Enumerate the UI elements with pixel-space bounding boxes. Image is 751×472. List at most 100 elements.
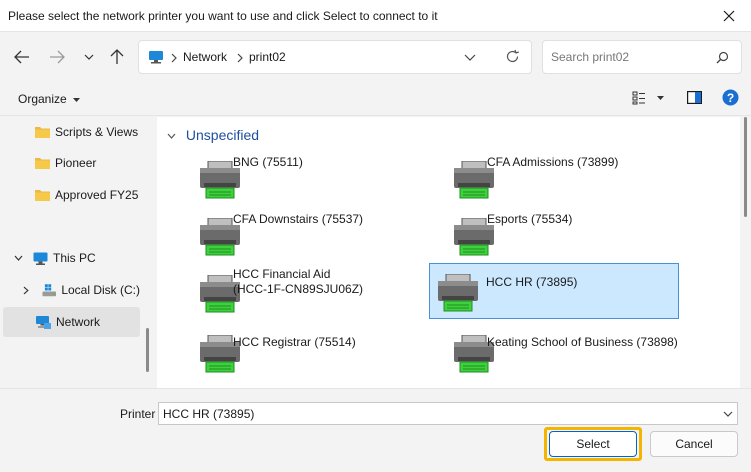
printer-name: Keating School of Business (73898) — [487, 335, 678, 350]
printer-name-line1: HCC Financial Aid — [233, 267, 331, 281]
cancel-button[interactable]: Cancel — [650, 431, 738, 457]
search-input[interactable] — [551, 49, 711, 65]
printer-tile-cfa-downstairs[interactable]: CFA Downstairs (75537) — [175, 208, 425, 264]
printer-name: HCC HR (73895) — [486, 275, 577, 290]
refresh-icon — [506, 49, 520, 63]
file-list: Unspecified BNG (75511) CFA Admissions (… — [157, 117, 740, 388]
help-button[interactable]: ? — [722, 89, 740, 107]
chevron-down-icon[interactable] — [14, 255, 23, 261]
chevron-right-icon[interactable] — [23, 286, 29, 295]
printer-name-line1: HCC Registrar (75514) — [233, 335, 356, 349]
chevron-right-icon — [171, 53, 177, 63]
group-header-label: Unspecified — [185, 127, 260, 143]
printer-name-line2: (HCC-1F-CN89SJU06Z) — [233, 282, 364, 296]
printer-name: CFA Downstairs (75537) — [233, 212, 363, 227]
folder-icon — [35, 190, 50, 201]
printer-tile-bng[interactable]: BNG (75511) — [175, 151, 425, 207]
view-options-button[interactable] — [632, 91, 668, 107]
sidebar-item-scripts-views[interactable]: Scripts & Views — [3, 117, 140, 147]
organize-label: Organize — [18, 92, 67, 106]
printer-name: CFA Admissions (73899) — [487, 155, 618, 170]
printer-label: Printer — [120, 407, 156, 421]
up-button[interactable] — [105, 46, 129, 68]
title-bar: Please select the network printer you wa… — [0, 0, 751, 32]
chevron-right-icon — [237, 53, 243, 63]
preview-pane-icon — [687, 91, 703, 105]
printer-name-line1: CFA Admissions (73899) — [487, 155, 619, 169]
sidebar-item-label: Local Disk (C:) — [61, 283, 140, 297]
chevron-down-icon — [84, 54, 94, 60]
printer-tile-hcc-hr[interactable]: HCC HR (73895) — [429, 263, 679, 319]
network-icon — [36, 316, 51, 329]
sidebar-item-this-pc[interactable]: This PC — [3, 243, 140, 273]
svg-text:?: ? — [727, 91, 734, 105]
folder-icon — [35, 127, 50, 138]
printer-name-line1: HCC HR (73895) — [486, 275, 578, 289]
navigation-bar: Network print02 — [0, 32, 751, 82]
search-icon — [716, 51, 729, 64]
printer-tile-esports[interactable]: Esports (75534) — [429, 208, 679, 264]
arrow-left-icon — [14, 50, 29, 64]
dialog-title: Please select the network printer you wa… — [8, 9, 438, 23]
sidebar-item-network[interactable]: Network — [3, 307, 140, 337]
chevron-down-icon — [464, 54, 476, 61]
organize-menu-button[interactable]: Organize — [18, 92, 81, 106]
group-header[interactable]: Unspecified — [167, 127, 259, 143]
breadcrumb-print02[interactable]: print02 — [249, 50, 286, 64]
folder-icon — [35, 158, 50, 169]
printer-name: HCC Registrar (75514) — [233, 335, 356, 350]
preview-pane-button[interactable] — [687, 91, 703, 107]
scrollbar-thumb[interactable] — [744, 117, 747, 217]
printer-name: HCC Financial Aid (HCC-1F-CN89SJU06Z) — [233, 267, 363, 297]
printer-name: Esports (75534) — [487, 212, 572, 227]
arrow-up-icon — [110, 49, 124, 64]
printer-name-line1: CFA Downstairs (75537) — [233, 212, 364, 226]
navigation-pane: Scripts & Views Pioneer Approved FY25 Th… — [0, 117, 156, 388]
caret-down-icon — [657, 96, 664, 100]
close-icon — [723, 10, 735, 22]
breadcrumb-network[interactable]: Network — [183, 50, 227, 64]
sidebar-item-label: This PC — [53, 251, 96, 265]
sidebar-item-label: Pioneer — [55, 156, 97, 170]
dialog-footer: Printer Select Cancel — [0, 388, 751, 472]
printer-name-line1: BNG (75511) — [233, 155, 303, 169]
sidebar-item-local-disk[interactable]: Local Disk (C:) — [3, 275, 140, 305]
sidebar-item-approved-fy25[interactable]: Approved FY25 — [3, 180, 140, 210]
close-button[interactable] — [707, 0, 751, 32]
help-icon: ? — [722, 89, 739, 106]
printer-icon — [438, 274, 478, 312]
chevron-down-icon[interactable] — [723, 411, 733, 417]
chevron-down-icon — [167, 133, 176, 140]
drive-icon — [42, 283, 56, 296]
printer-tile-hcc-financial-aid[interactable]: HCC Financial Aid (HCC-1F-CN89SJU06Z) — [175, 263, 425, 319]
sidebar-item-label: Approved FY25 — [55, 188, 139, 202]
view-icon — [632, 91, 645, 105]
sidebar-item-pioneer[interactable]: Pioneer — [3, 148, 140, 178]
printer-input[interactable] — [163, 406, 703, 422]
address-dropdown-button[interactable] — [464, 51, 478, 63]
printer-name-line1: Keating School of Business (73898) — [487, 335, 678, 349]
command-bar: Organize ? — [0, 82, 751, 116]
printer-name-line1: Esports (75534) — [487, 212, 573, 226]
select-button[interactable]: Select — [549, 431, 637, 457]
printer-tile-cfa-admissions[interactable]: CFA Admissions (73899) — [429, 151, 679, 207]
forward-button[interactable] — [45, 46, 69, 68]
recent-locations-button[interactable] — [77, 46, 101, 68]
content-scrollbar[interactable] — [740, 117, 751, 388]
arrow-right-icon — [50, 50, 65, 64]
printer-tile-hcc-registrar[interactable]: HCC Registrar (75514) — [175, 331, 425, 387]
sidebar-item-label: Scripts & Views — [55, 125, 139, 139]
network-icon — [149, 51, 163, 64]
address-bar[interactable]: Network print02 — [138, 40, 532, 74]
select-button-highlight: Select — [544, 427, 642, 461]
printer-combobox[interactable] — [158, 402, 738, 425]
computer-icon — [33, 252, 48, 265]
back-button[interactable] — [10, 46, 34, 68]
sidebar-item-label: Network — [56, 315, 101, 329]
sidebar-scrollbar[interactable] — [146, 328, 149, 372]
search-box[interactable] — [542, 40, 742, 74]
printer-name: BNG (75511) — [233, 155, 303, 170]
printer-tile-keating-school[interactable]: Keating School of Business (73898) — [429, 331, 679, 387]
refresh-button[interactable] — [505, 49, 521, 65]
caret-down-icon — [73, 97, 81, 102]
